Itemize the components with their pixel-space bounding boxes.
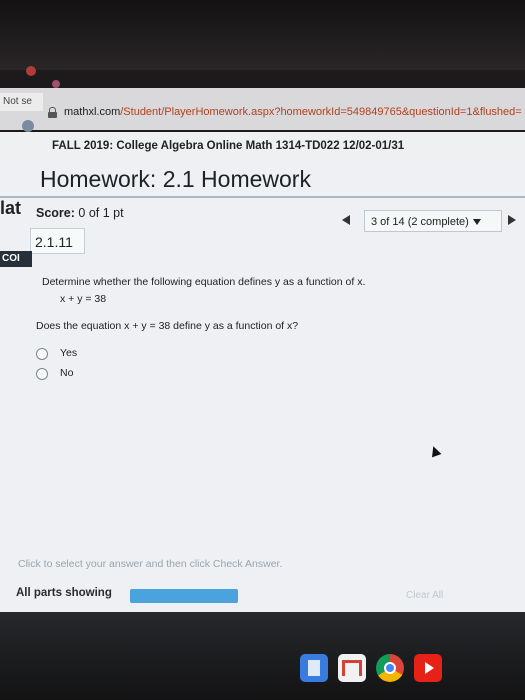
question-counter-text: 3 of 14 (2 complete) bbox=[371, 216, 469, 228]
status-dot-icon bbox=[52, 80, 60, 88]
gmail-icon[interactable] bbox=[338, 654, 366, 682]
docs-icon[interactable] bbox=[300, 654, 328, 682]
score-display: Score: 0 of 1 pt bbox=[36, 206, 124, 220]
course-title: FALL 2019: College Algebra Online Math 1… bbox=[52, 140, 405, 152]
status-dot-icon bbox=[26, 66, 36, 76]
extension-icon[interactable] bbox=[22, 120, 34, 132]
youtube-icon[interactable] bbox=[414, 654, 442, 682]
app-shelf bbox=[300, 654, 500, 684]
lock-icon bbox=[48, 107, 57, 118]
title-divider bbox=[0, 196, 525, 198]
clear-all-button[interactable]: Clear All bbox=[406, 590, 443, 601]
instruction-text: Click to select your answer and then cli… bbox=[18, 558, 283, 570]
progress-fill bbox=[130, 589, 238, 603]
question-prompt: Determine whether the following equation… bbox=[42, 276, 366, 288]
next-question-icon[interactable] bbox=[508, 215, 516, 225]
radio-button[interactable] bbox=[36, 368, 48, 380]
option-label: Yes bbox=[60, 347, 78, 359]
progress-bar bbox=[130, 589, 238, 603]
parts-showing-label: All parts showing bbox=[16, 587, 112, 599]
question-number: 2.1.11 bbox=[30, 228, 85, 254]
address-bar[interactable]: mathxl.com/Student/PlayerHomework.aspx?h… bbox=[48, 104, 525, 124]
page-title: Homework: 2.1 Homework bbox=[40, 166, 311, 192]
previous-question-icon[interactable] bbox=[342, 215, 350, 225]
chevron-down-icon bbox=[472, 219, 481, 226]
question-equation: x + y = 38 bbox=[60, 293, 107, 305]
screen-bezel-top bbox=[0, 0, 525, 70]
sub-question: Does the equation x + y = 38 define y as… bbox=[36, 320, 299, 332]
url-path: /Student/PlayerHomework.aspx?homeworkId=… bbox=[120, 106, 522, 118]
score-value: 0 of 1 pt bbox=[78, 206, 124, 220]
question-select[interactable]: 3 of 14 (2 complete) bbox=[364, 210, 502, 232]
score-label: Score: bbox=[36, 206, 75, 220]
sidebar-fragment: lat bbox=[0, 198, 22, 218]
radio-button[interactable] bbox=[36, 348, 48, 360]
security-indicator[interactable]: Not se bbox=[0, 93, 43, 111]
option-label: No bbox=[60, 367, 74, 379]
side-tab[interactable]: COI bbox=[0, 251, 32, 267]
question-navigator: 3 of 14 (2 complete) bbox=[330, 210, 525, 234]
chrome-icon[interactable] bbox=[376, 654, 404, 682]
url-host: mathxl.com bbox=[64, 106, 121, 118]
url-text: mathxl.com/Student/PlayerHomework.aspx?h… bbox=[64, 106, 522, 118]
